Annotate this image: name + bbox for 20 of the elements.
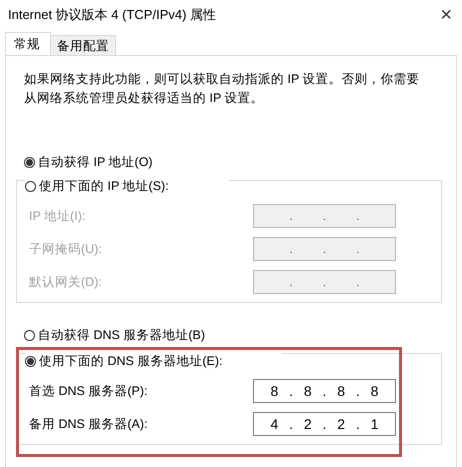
radio-option[interactable]: 自动获得 IP 地址(O) xyxy=(24,154,153,171)
radio-icon[interactable] xyxy=(25,181,36,192)
field-label: 备用 DNS 服务器(A): xyxy=(29,416,148,432)
field-label: 首选 DNS 服务器(P): xyxy=(29,382,148,400)
radio-icon[interactable] xyxy=(25,356,36,367)
description-text: 如果网络支持此功能，则可以获取自动指派的 IP 设置。否则，你需要从网络系统管理员处获得适当的 IP 设置。 xyxy=(24,71,421,107)
field-label: 子网掩码(U): xyxy=(29,240,102,258)
radio-icon[interactable] xyxy=(24,330,35,341)
field-label: 默认网关(D): xyxy=(29,274,102,290)
tab[interactable]: 常规 xyxy=(5,32,51,55)
close-button[interactable]: × xyxy=(436,5,456,25)
radio-option[interactable]: 自动获得 DNS 服务器地址(B) xyxy=(24,327,205,344)
ip-address-field[interactable]: 4 . 2 . 2 . 1 xyxy=(253,412,396,436)
radio-option[interactable]: 使用下面的 DNS 服务器地址(E): xyxy=(25,353,282,370)
window-title: Internet 协议版本 4 (TCP/IPv4) 属性 xyxy=(8,6,216,24)
radio-option[interactable]: 使用下面的 IP 地址(S): xyxy=(25,178,229,195)
tab[interactable]: 备用配置 xyxy=(50,35,116,55)
field-label: IP 地址(I): xyxy=(29,208,86,224)
radio-icon[interactable] xyxy=(24,157,35,168)
ip-address-field[interactable]: 8 . 8 . 8 . 8 xyxy=(253,379,396,403)
